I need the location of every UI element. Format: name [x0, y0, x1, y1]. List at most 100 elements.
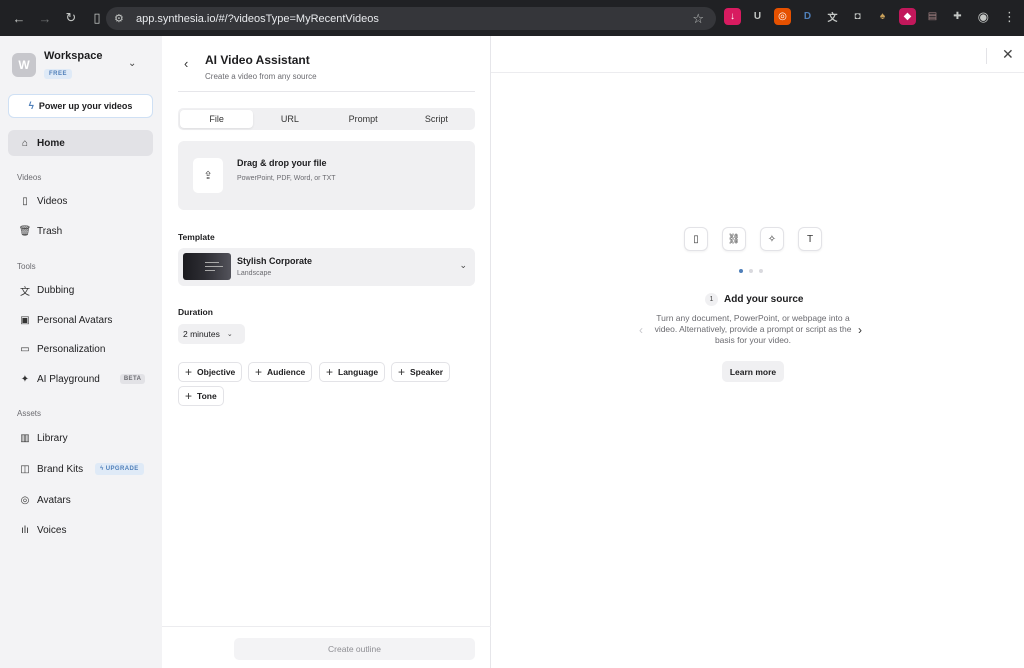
address-bar[interactable]: ⚙ app.synthesia.io/#/?videosType=MyRecen… [106, 7, 716, 30]
sidebar-item-home[interactable]: ⌂ Home [8, 130, 153, 156]
template-select[interactable]: Stylish Corporate Landscape ⌄ [178, 248, 475, 286]
chevron-left-icon[interactable]: ‹ [639, 323, 643, 337]
power-up-label: Power up your videos [38, 101, 133, 111]
carousel-dot[interactable] [759, 269, 763, 273]
sidebar-item-personalization[interactable]: ▭ Personalization [8, 336, 153, 362]
sidebar-item-voices[interactable]: ılı Voices [8, 517, 153, 543]
workspace-avatar: W [12, 53, 36, 77]
user-circle-icon: ◎ [20, 494, 30, 506]
template-format: Landscape [237, 270, 272, 277]
sidebar-item-personal-avatars[interactable]: ▣ Personal Avatars [8, 307, 153, 333]
back-arrow-icon[interactable]: ← [8, 7, 30, 29]
add-objective-chip[interactable]: + Objective [178, 362, 243, 382]
add-tone-chip[interactable]: + Tone [178, 386, 224, 406]
sparkle-icon: ✦ [20, 373, 30, 385]
sidebar: W Workspace FREE ⌄ ϟ Power up your video… [0, 36, 162, 668]
chevron-down-icon: ⌄ [226, 331, 233, 338]
sidebar-item-label: Personalization [37, 343, 106, 355]
step-heading: 1 Add your source [705, 293, 803, 306]
sparkle-icon: ✧ [760, 227, 784, 251]
power-up-button[interactable]: ϟ Power up your videos [8, 94, 153, 118]
step-number: 1 [705, 293, 718, 306]
sidebar-item-label: Videos [37, 195, 68, 207]
sidebar-item-library[interactable]: ▥ Library [8, 425, 153, 451]
kebab-menu-icon[interactable]: ⋮ [1003, 9, 1016, 25]
plus-icon: + [398, 365, 406, 379]
profile-icon[interactable]: ◉ [978, 9, 989, 25]
camera-ext-icon[interactable]: ◘ [849, 8, 866, 25]
bolt-icon: ϟ [28, 100, 34, 112]
extensions-bar: ↓ U ◎ D 文 ◘ ♠ ◆ ▤ ✚ [724, 8, 966, 25]
tab-file[interactable]: File [180, 110, 254, 128]
add-language-chip[interactable]: + Language [319, 362, 386, 382]
duration-value: 2 minutes [183, 329, 220, 339]
page-title: AI Video Assistant [205, 53, 310, 67]
upgrade-badge[interactable]: ϟ UPGRADE [95, 463, 144, 475]
create-outline-button[interactable]: Create outline [234, 638, 475, 660]
text-icon: T [798, 227, 822, 251]
divider [178, 91, 475, 92]
instagram-ext-icon[interactable]: ◎ [774, 8, 791, 25]
puzzle-ext-icon[interactable]: ✚ [949, 8, 966, 25]
carousel-dots [739, 269, 763, 273]
tab-prompt[interactable]: Prompt [327, 110, 400, 128]
sidebar-item-videos[interactable]: ▯ Videos [8, 188, 153, 214]
address-url[interactable]: app.synthesia.io/#/?videosType=MyRecentV… [136, 13, 379, 25]
tab-url[interactable]: URL [253, 110, 326, 128]
plus-icon: + [255, 365, 263, 379]
learn-more-button[interactable]: Learn more [722, 361, 784, 382]
sidebar-item-avatars[interactable]: ◎ Avatars [8, 487, 153, 513]
shield-ext-icon[interactable]: ◆ [899, 8, 916, 25]
divider [491, 72, 1024, 73]
u-ext-icon[interactable]: U [749, 8, 766, 25]
forward-arrow-icon[interactable]: → [34, 7, 56, 29]
carousel-dot[interactable] [739, 269, 743, 273]
bookmark-star-icon[interactable]: ☆ [692, 11, 704, 27]
sidebar-item-label: Home [37, 137, 65, 149]
sidebar-item-label: Voices [37, 524, 67, 536]
chevron-left-icon[interactable]: ‹ [184, 56, 188, 71]
workspace-switcher[interactable]: W Workspace FREE [12, 50, 103, 80]
sidebar-item-label: AI Playground [37, 373, 100, 385]
tab-script[interactable]: Script [400, 110, 473, 128]
d-ext-icon[interactable]: D [799, 8, 816, 25]
onboarding-panel: ✕ ▯ ⛓ ✧ T 1 Add your source ‹ Turn any d… [491, 36, 1024, 668]
sidebar-item-label: Brand Kits [37, 463, 84, 475]
chip-label: Tone [197, 391, 217, 401]
add-speaker-chip[interactable]: + Speaker [391, 362, 451, 382]
sidebar-item-trash[interactable]: 🗑 Trash [8, 218, 153, 244]
workspace-name: Workspace [44, 50, 103, 62]
user-square-icon: ▣ [20, 314, 30, 326]
leaf-ext-icon[interactable]: ♠ [874, 8, 891, 25]
translate-ext-icon[interactable]: 文 [824, 8, 841, 25]
sidepanel-icon[interactable]: ▯ [86, 7, 108, 29]
sidebar-item-label: Avatars [37, 494, 71, 506]
duration-select[interactable]: 2 minutes ⌄ [178, 324, 245, 344]
section-label-assets: Assets [17, 409, 42, 418]
link-icon: ⛓ [722, 227, 746, 251]
source-type-icons: ▯ ⛓ ✧ T [684, 227, 822, 251]
home-icon: ⌂ [21, 137, 29, 149]
chip-label: Language [338, 367, 379, 377]
download-ext-icon[interactable]: ↓ [724, 8, 741, 25]
plus-icon: + [185, 389, 193, 403]
sidebar-item-brand-kits[interactable]: ◫ Brand Kits ϟ UPGRADE [8, 456, 153, 482]
sidebar-item-ai-playground[interactable]: ✦ AI Playground BETA [8, 366, 153, 392]
id-card-icon: ▭ [20, 343, 30, 355]
chevron-right-icon[interactable]: › [858, 323, 862, 337]
add-audience-chip[interactable]: + Audience [248, 362, 313, 382]
sidebar-item-dubbing[interactable]: 文 Dubbing [8, 277, 153, 303]
dropzone-title: Drag & drop your file [237, 158, 327, 168]
carousel-dot[interactable] [749, 269, 753, 273]
folder-ext-icon[interactable]: ▤ [924, 8, 941, 25]
upgrade-badge-label: UPGRADE [105, 466, 139, 472]
site-info-icon[interactable]: ⚙ [114, 12, 130, 25]
duration-label: Duration [178, 307, 213, 317]
chevron-down-icon[interactable]: ⌄ [128, 58, 136, 69]
reload-icon[interactable]: ↻ [60, 7, 82, 29]
close-icon[interactable]: ✕ [1002, 46, 1014, 63]
beta-badge: BETA [119, 374, 146, 384]
file-dropzone[interactable]: ⇪ Drag & drop your file PowerPoint, PDF,… [178, 141, 475, 210]
template-label: Template [178, 232, 215, 242]
plus-icon: + [185, 365, 193, 379]
